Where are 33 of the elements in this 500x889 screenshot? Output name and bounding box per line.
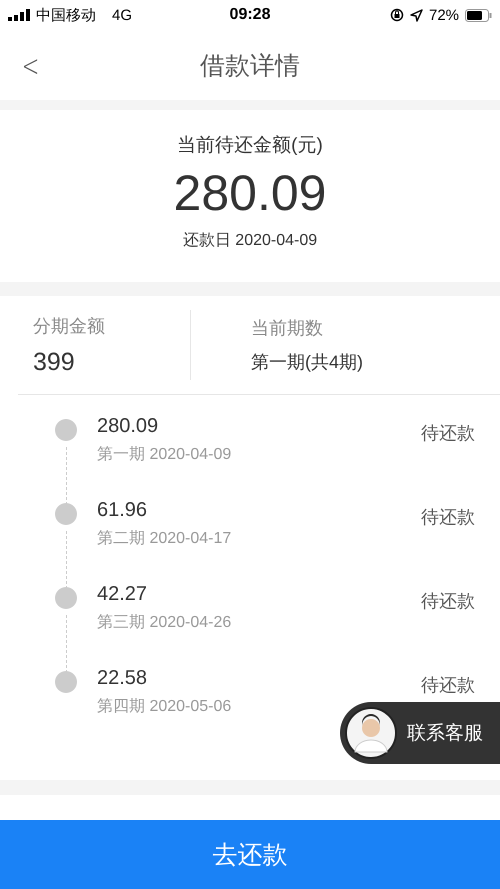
battery-percent: 72% [428,6,460,24]
clock-time: 09:28 [230,6,270,24]
avatar-icon [345,707,397,759]
installment-amount: 42.27 [97,583,148,606]
installment-status: 待还款 [421,590,475,613]
installment-date: 第一期 2020-04-09 [97,445,232,465]
location-icon [410,8,423,22]
installment-date: 第二期 2020-04-17 [97,529,232,549]
contact-support-button[interactable]: 联系客服 [340,702,500,764]
rotation-lock-icon [390,8,404,22]
info-value: 399 [33,348,76,376]
due-date: 还款日 2020-04-09 [182,231,318,251]
info-label: 分期金额 [33,314,106,338]
installment-amount: 61.96 [97,499,148,522]
info-value: 第一期(共4期) [251,351,363,374]
installment-date: 第四期 2020-05-06 [97,697,232,717]
due-amount: 280.09 [174,164,326,222]
amount-label: 当前待还金额(元) [177,134,323,158]
installment-date: 第三期 2020-04-26 [97,613,232,633]
carrier-name: 中国移动 [36,6,96,24]
installment-status: 待还款 [421,674,475,697]
page-title: 借款详情 [200,50,300,82]
installment-amount: 22.58 [97,667,148,690]
repay-button[interactable]: 去还款 [0,820,500,889]
signal-icon [8,9,30,21]
installment-status: 待还款 [421,506,475,529]
back-button[interactable]: < [16,47,45,86]
info-label: 当前期数 [251,317,324,340]
network-type: 4G [112,6,132,24]
installment-status: 待还款 [421,422,475,445]
battery-icon [465,8,492,22]
timeline-dot [55,419,77,441]
installment-amount: 280.09 [97,415,160,438]
